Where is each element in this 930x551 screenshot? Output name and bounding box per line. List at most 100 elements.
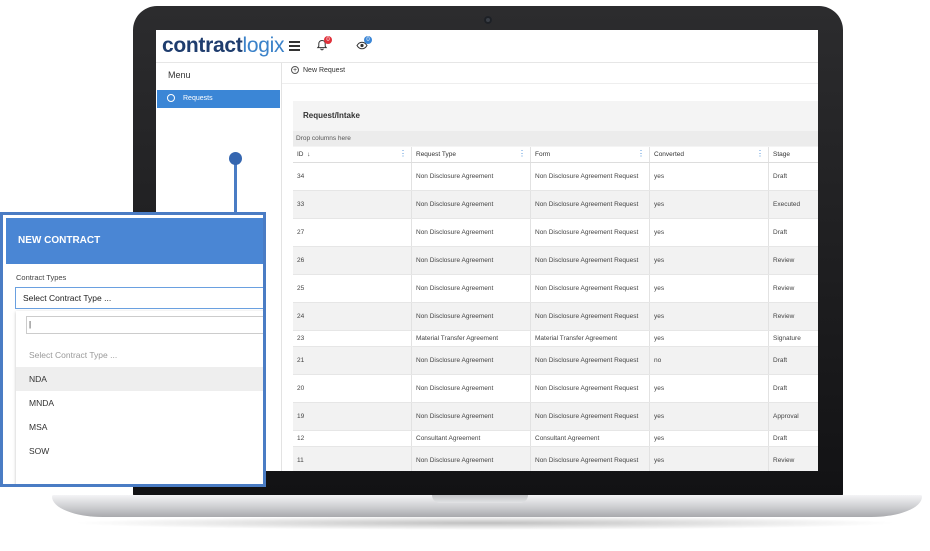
request-intake-panel: Request/Intake Drop columns here ID ↓ ⋮ R… [293,101,818,471]
cell-request-type: Non Disclosure Agreement [412,247,531,274]
grid-header: ID ↓ ⋮ Request Type ⋮ Form ⋮ Converted ⋮ Sta… [293,147,818,163]
cell-stage: Executed [773,201,801,208]
contract-types-label: Contract Types [16,273,67,282]
cell-stage: Approval [773,413,799,420]
column-header-id[interactable]: ID ↓ ⋮ [293,147,412,162]
cell-request-type: Non Disclosure Agreement [412,403,531,430]
cell-request-type: Non Disclosure Agreement [412,447,531,471]
cell-form: Non Disclosure Agreement Request [531,347,650,374]
sidebar-title: Menu [168,70,191,80]
cell-request-type: Non Disclosure Agreement [412,347,531,374]
option-nda[interactable]: NDA [16,367,263,391]
table-row[interactable]: 24 Non Disclosure Agreement Non Disclosure… [293,303,818,331]
cell-request-type: Consultant Agreement [412,431,531,446]
table-row[interactable]: 23 Material Transfer Agreement Material Tr… [293,331,818,347]
column-menu-icon[interactable]: ⋮ [399,150,407,158]
cell-id: 33 [293,191,412,218]
dialog-title: NEW CONTRACT [6,218,263,264]
dropdown-search-input[interactable]: | [26,316,263,334]
cell-stage: Draft [773,229,788,236]
cell-id: 34 [293,163,412,190]
cell-request-type: Non Disclosure Agreement [412,163,531,190]
table-row[interactable]: 25 Non Disclosure Agreement Non Disclosure… [293,275,818,303]
column-menu-icon[interactable]: ⋮ [756,150,764,158]
cell-request-type: Non Disclosure Agreement [412,191,531,218]
table-row[interactable]: 26 Non Disclosure Agreement Non Disclosure… [293,247,818,275]
cell-id: 20 [293,375,412,402]
cell-converted: yes [650,431,769,446]
contract-type-select[interactable]: Select Contract Type ... [15,287,263,309]
cell-stage: Review [773,313,795,320]
cell-form: Non Disclosure Agreement Request [531,219,650,246]
cell-id: 23 [293,331,412,346]
add-icon: + [291,66,299,74]
table-row[interactable]: 34 Non Disclosure Agreement Non Disclosure… [293,163,818,191]
table-row[interactable]: 33 Non Disclosure Agreement Non Disclosure… [293,191,818,219]
cell-converted: yes [650,447,769,471]
main-content: + New Request Request/Intake Drop columns… [282,63,818,471]
column-header-form[interactable]: Form ⋮ [531,147,650,162]
option-mnda[interactable]: MNDA [16,391,263,415]
sidebar-item-requests[interactable]: Requests [157,90,280,108]
cell-form: Non Disclosure Agreement Request [531,163,650,190]
grid-body: 34 Non Disclosure Agreement Non Disclosure… [293,163,818,471]
top-bar: contractlogix 0 0 [156,30,818,63]
contract-type-dropdown: | Select Contract Type ... NDA MNDA MSA … [16,311,263,484]
circle-plus-icon [167,94,175,102]
cell-id: 24 [293,303,412,330]
option-msa[interactable]: MSA [16,415,263,439]
cell-request-type: Material Transfer Agreement [412,331,531,346]
cell-id: 21 [293,347,412,374]
table-row[interactable]: 27 Non Disclosure Agreement Non Disclosure… [293,219,818,247]
table-row[interactable]: 12 Consultant Agreement Consultant Agreeme… [293,431,818,447]
webcam [484,16,492,24]
cell-request-type: Non Disclosure Agreement [412,303,531,330]
cell-id: 19 [293,403,412,430]
cell-stage: Review [773,457,795,464]
table-row[interactable]: 11 Non Disclosure Agreement Non Disclosure… [293,447,818,471]
cell-request-type: Non Disclosure Agreement [412,275,531,302]
requests-grid: ID ↓ ⋮ Request Type ⋮ Form ⋮ Converted ⋮ Sta… [293,147,818,471]
callout-dot [229,152,242,165]
column-header-stage[interactable]: Stage [769,147,818,162]
table-row[interactable]: 20 Non Disclosure Agreement Non Disclosure… [293,375,818,403]
watch-badge: 0 [364,36,372,44]
column-header-request-type[interactable]: Request Type ⋮ [412,147,531,162]
cell-stage: Draft [773,357,788,364]
new-request-button[interactable]: + New Request [291,66,345,74]
new-contract-dialog: NEW CONTRACT Contract Types Select Contr… [0,212,266,487]
logo-text-primary: contract [162,34,243,57]
cell-form: Non Disclosure Agreement Request [531,247,650,274]
cell-id: 12 [293,431,412,446]
cell-stage: Draft [773,435,788,442]
table-row[interactable]: 19 Non Disclosure Agreement Non Disclosure… [293,403,818,431]
cell-converted: yes [650,275,769,302]
watch-eye-icon[interactable]: 0 [356,36,372,54]
notification-bell-icon[interactable]: 0 [316,36,332,54]
cell-id: 27 [293,219,412,246]
column-menu-icon[interactable]: ⋮ [637,150,645,158]
notification-badge: 0 [324,36,332,44]
group-drop-zone[interactable]: Drop columns here [293,131,818,146]
cell-converted: no [650,347,769,374]
cell-converted: yes [650,247,769,274]
cell-request-type: Non Disclosure Agreement [412,375,531,402]
panel-title: Request/Intake [303,111,360,120]
laptop-notch [432,495,528,503]
column-menu-icon[interactable]: ⋮ [518,150,526,158]
cell-id: 25 [293,275,412,302]
option-sow[interactable]: SOW [16,439,263,463]
cell-form: Non Disclosure Agreement Request [531,303,650,330]
cell-converted: yes [650,403,769,430]
logo[interactable]: contractlogix [162,34,284,58]
cell-id: 11 [293,447,412,471]
hamburger-menu-icon[interactable] [289,41,300,51]
cell-converted: yes [650,375,769,402]
option-placeholder[interactable]: Select Contract Type ... [16,343,263,367]
cell-converted: yes [650,191,769,218]
table-row[interactable]: 21 Non Disclosure Agreement Non Disclosure… [293,347,818,375]
cell-id: 26 [293,247,412,274]
cell-converted: yes [650,163,769,190]
column-header-converted[interactable]: Converted ⋮ [650,147,769,162]
cell-stage: Signature [773,335,801,342]
